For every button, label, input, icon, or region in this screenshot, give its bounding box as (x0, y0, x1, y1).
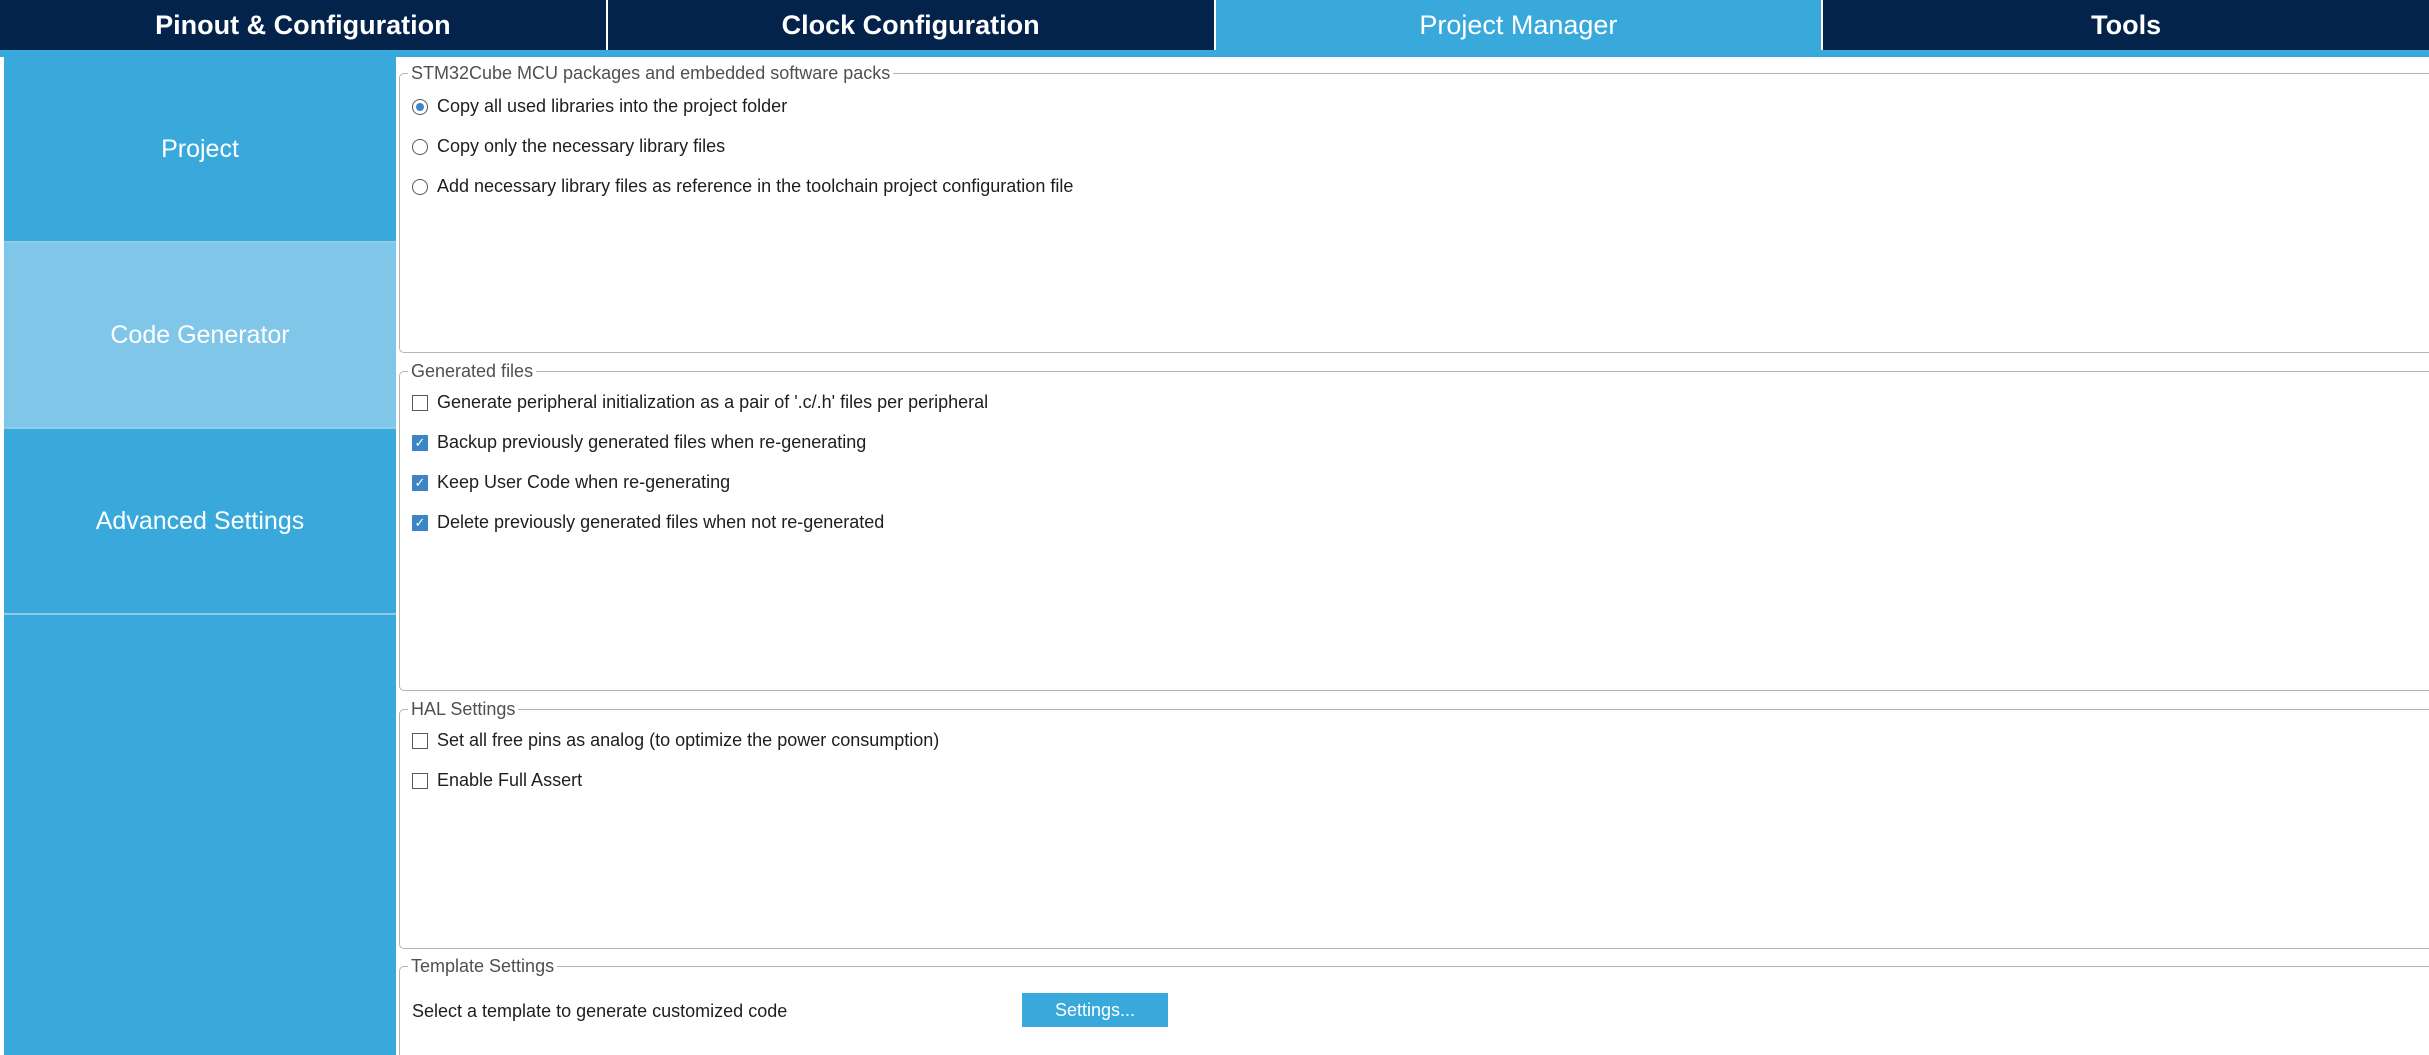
tab-tools[interactable]: Tools (1823, 0, 2429, 50)
code-generator-panel: STM32Cube MCU packages and embedded soft… (396, 57, 2429, 1055)
checkbox-free-pins-analog[interactable]: Set all free pins as analog (to optimize… (412, 730, 939, 751)
check-mark-icon: ✓ (412, 474, 428, 491)
radio-indicator (412, 98, 428, 115)
hal-settings-group-title: HAL Settings (408, 699, 519, 719)
checkbox-label: Delete previously generated files when n… (437, 512, 885, 532)
check-mark-icon: ✓ (412, 514, 428, 531)
template-settings-group-title: Template Settings (408, 956, 558, 976)
checkbox-indicator (412, 394, 428, 411)
radio-indicator (412, 138, 428, 155)
checkbox-label: Generate peripheral initialization as a … (437, 392, 989, 412)
checkbox-label: Set all free pins as analog (to optimize… (437, 730, 940, 750)
radio-indicator (412, 178, 428, 195)
radio-copy-all-libraries[interactable]: Copy all used libraries into the project… (412, 96, 787, 117)
template-description: Select a template to generate customized… (412, 1001, 788, 1021)
template-settings-group: Template Settings Select a template to g… (399, 956, 2429, 1055)
tab-project-manager[interactable]: Project Manager (1215, 0, 1824, 50)
left-navigation: Project Code Generator Advanced Settings (0, 57, 396, 1055)
checkbox-label: Backup previously generated files when r… (437, 432, 867, 452)
checkbox-backup-generated-files[interactable]: ✓ Backup previously generated files when… (412, 432, 866, 453)
radio-label: Copy only the necessary library files (437, 136, 726, 156)
checkbox-keep-user-code[interactable]: ✓ Keep User Code when re-generating (412, 472, 730, 493)
checkbox-indicator (412, 772, 428, 789)
checkbox-label: Keep User Code when re-generating (437, 472, 731, 492)
check-mark-icon: ✓ (412, 434, 428, 451)
nav-item-project[interactable]: Project (4, 57, 396, 243)
top-tab-bar: Pinout & Configuration Clock Configurati… (0, 0, 2429, 57)
nav-item-code-generator[interactable]: Code Generator (4, 243, 396, 429)
packages-group-title: STM32Cube MCU packages and embedded soft… (408, 63, 894, 83)
checkbox-label: Enable Full Assert (437, 770, 583, 790)
checkbox-peripheral-pair-files[interactable]: Generate peripheral initialization as a … (412, 392, 988, 413)
checkbox-indicator (412, 732, 428, 749)
generated-files-group-title: Generated files (408, 361, 537, 381)
nav-item-advanced-settings[interactable]: Advanced Settings (4, 429, 396, 615)
generated-files-group: Generated files Generate peripheral init… (399, 361, 2429, 691)
hal-settings-group: HAL Settings Set all free pins as analog… (399, 699, 2429, 949)
checkbox-delete-generated-files[interactable]: ✓ Delete previously generated files when… (412, 512, 884, 533)
stm32cube-project-manager: Pinout & Configuration Clock Configurati… (0, 0, 2429, 1055)
radio-label: Add necessary library files as reference… (437, 176, 1074, 196)
tab-pinout-configuration[interactable]: Pinout & Configuration (0, 0, 608, 50)
tab-clock-configuration[interactable]: Clock Configuration (608, 0, 1216, 50)
radio-label: Copy all used libraries into the project… (437, 96, 788, 116)
packages-group: STM32Cube MCU packages and embedded soft… (399, 63, 2429, 353)
template-settings-button[interactable]: Settings... (1022, 993, 1168, 1027)
radio-add-as-reference[interactable]: Add necessary library files as reference… (412, 176, 1073, 197)
checkbox-enable-full-assert[interactable]: Enable Full Assert (412, 770, 582, 791)
radio-copy-necessary-files[interactable]: Copy only the necessary library files (412, 136, 725, 157)
